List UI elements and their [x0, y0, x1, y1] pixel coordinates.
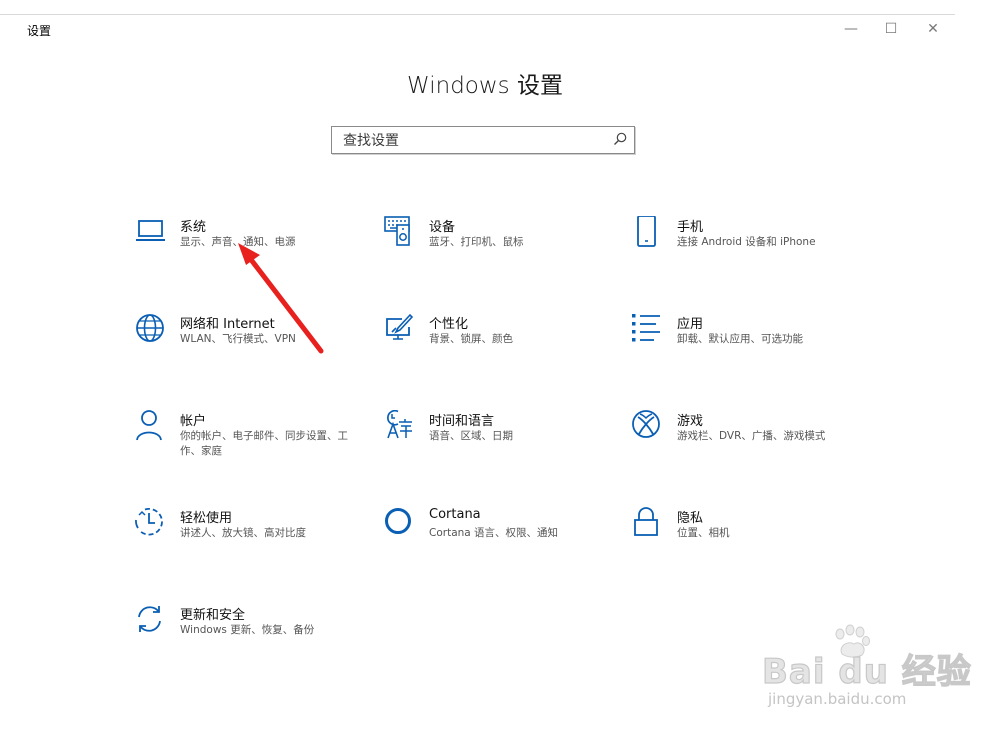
window-title: 设置 — [27, 24, 52, 38]
tile-title: 网络和 Internet — [180, 317, 275, 332]
search-box[interactable] — [331, 126, 635, 154]
tile-description: 讲述人、放大镜、高对比度 — [180, 527, 306, 539]
tile-cortana[interactable]: Cortana Cortana 语言、权限、通知 — [384, 507, 604, 571]
phone-icon — [632, 215, 664, 248]
search-input[interactable] — [341, 128, 605, 154]
tile-devices[interactable]: 设备 蓝牙、打印机、鼠标 — [384, 216, 604, 280]
watermark-url: jingyan.baidu.com — [768, 690, 907, 708]
tile-network[interactable]: 网络和 Internet WLAN、飞行模式、VPN — [135, 313, 355, 377]
tile-privacy[interactable]: 隐私 位置、相机 — [632, 507, 852, 571]
baidu-watermark: Bai du 经验 jingyan.baidu.com — [761, 624, 971, 718]
tile-description: Windows 更新、恢复、备份 — [180, 624, 315, 636]
person-icon — [135, 410, 167, 442]
tile-ease-of-access[interactable]: 轻松使用 讲述人、放大镜、高对比度 — [135, 507, 355, 571]
tile-title: 轻松使用 — [180, 511, 233, 526]
tile-description: Cortana 语言、权限、通知 — [429, 527, 559, 539]
page-title: Windows 设置 — [407, 73, 563, 99]
tile-title: 游戏 — [677, 414, 704, 429]
paint-monitor-icon — [384, 313, 416, 345]
laptop-icon — [135, 216, 167, 248]
tile-title: 手机 — [677, 220, 704, 235]
cortana-ring-icon — [384, 507, 416, 539]
tile-system[interactable]: 系统 显示、声音、通知、电源 — [135, 216, 355, 280]
tile-description: 背景、锁屏、颜色 — [429, 333, 513, 345]
tile-description: WLAN、飞行模式、VPN — [180, 333, 296, 345]
keyboard-speaker-icon — [384, 216, 416, 248]
tile-title: Cortana — [429, 507, 481, 522]
tile-phone[interactable]: 手机 连接 Android 设备和 iPhone — [632, 215, 852, 280]
tile-description: 连接 Android 设备和 iPhone — [677, 236, 816, 248]
globe-icon — [135, 313, 167, 345]
tile-description: 语音、区域、日期 — [429, 430, 513, 442]
close-button[interactable]: ✕ — [918, 18, 948, 40]
tile-description: 卸载、默认应用、可选功能 — [677, 333, 803, 345]
watermark-brand: Bai du 经验 — [761, 651, 972, 692]
ease-of-access-icon — [135, 507, 167, 539]
tile-update-security[interactable]: 更新和安全 Windows 更新、恢复、备份 — [135, 604, 355, 668]
clock-language-icon — [384, 409, 416, 442]
tile-title: 时间和语言 — [429, 414, 495, 429]
sync-icon — [135, 604, 167, 636]
lock-icon — [632, 507, 664, 539]
app-list-icon — [632, 313, 664, 345]
tile-accounts[interactable]: 帐户 你的帐户、电子邮件、同步设置、工作、家庭 — [135, 410, 355, 474]
tile-description: 你的帐户、电子邮件、同步设置、工作、家庭 — [180, 430, 348, 457]
tile-title: 个性化 — [429, 317, 469, 332]
tile-title: 更新和安全 — [180, 608, 246, 623]
tile-description: 蓝牙、打印机、鼠标 — [429, 236, 524, 248]
window-top-border — [0, 14, 955, 15]
tile-title: 隐私 — [677, 511, 704, 526]
xbox-icon — [632, 410, 664, 442]
tile-title: 设备 — [429, 220, 456, 235]
tile-gaming[interactable]: 游戏 游戏栏、DVR、广播、游戏模式 — [632, 410, 852, 474]
tile-time-language[interactable]: 时间和语言 语音、区域、日期 — [384, 409, 604, 474]
tile-title: 系统 — [180, 220, 207, 235]
tile-personalization[interactable]: 个性化 背景、锁屏、颜色 — [384, 313, 604, 377]
search-icon[interactable] — [612, 131, 628, 147]
tile-title: 应用 — [677, 317, 704, 332]
tile-apps[interactable]: 应用 卸载、默认应用、可选功能 — [632, 313, 852, 377]
tile-description: 显示、声音、通知、电源 — [180, 236, 296, 248]
minimize-button[interactable]: — — [836, 18, 866, 40]
tile-description: 游戏栏、DVR、广播、游戏模式 — [677, 430, 826, 442]
tile-description: 位置、相机 — [677, 527, 730, 539]
maximize-button[interactable]: ☐ — [876, 18, 906, 40]
tile-title: 帐户 — [180, 414, 207, 429]
